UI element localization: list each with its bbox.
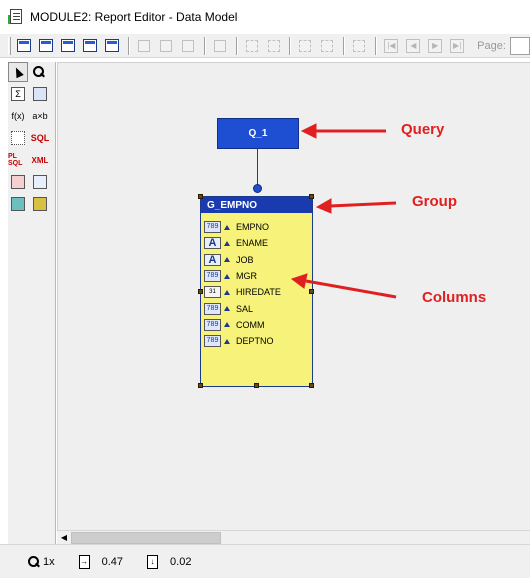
plsql-query-tool-button[interactable]: PL SQL xyxy=(8,150,28,170)
sql-query-icon: SQL xyxy=(30,133,50,143)
tool-palette: Σ f(x) a×b SQL PL SQL XML xyxy=(8,62,56,544)
toolbar: |◀ ◀ ▶ ▶| Page: xyxy=(0,34,530,58)
report-editor-icon xyxy=(8,9,24,25)
align-left-button[interactable] xyxy=(134,36,154,56)
select-arrow-icon xyxy=(12,65,24,79)
confine-button[interactable] xyxy=(210,36,230,56)
align-right-button[interactable] xyxy=(178,36,198,56)
placeholder-column-icon: a×b xyxy=(32,111,48,121)
toolbar-separator xyxy=(127,36,130,55)
last-page-button[interactable]: ▶| xyxy=(447,36,467,56)
placeholder-column-tool-button[interactable]: a×b xyxy=(30,106,50,126)
first-page-button[interactable]: |◀ xyxy=(381,36,401,56)
horizontal-position-value: 0.47 xyxy=(101,555,124,568)
plsql-query-icon: PL SQL xyxy=(8,153,23,167)
magnify-icon xyxy=(32,66,45,78)
summary-column-icon: Σ xyxy=(11,87,25,101)
send-backward-icon xyxy=(267,39,280,52)
align-right-icon xyxy=(181,39,194,52)
next-page-button[interactable]: ▶ xyxy=(425,36,445,56)
cross-product-icon xyxy=(11,175,25,189)
parameter-form-view-button[interactable] xyxy=(102,36,122,56)
vertical-position-status: ↓ 0.02 xyxy=(147,554,192,569)
paper-design-view-button[interactable] xyxy=(80,36,100,56)
confine-icon xyxy=(213,39,226,52)
previous-page-button[interactable]: ◀ xyxy=(403,36,423,56)
page-label: Page: xyxy=(477,39,506,52)
group-objects-icon xyxy=(299,39,312,52)
group-arrow xyxy=(315,198,397,214)
cross-product-tool-button[interactable] xyxy=(8,172,28,192)
magnify-tool-button[interactable] xyxy=(30,62,50,82)
vertical-position-icon: ↓ xyxy=(147,554,159,569)
xml-query-tool-button[interactable]: XML xyxy=(30,150,50,170)
toolbar-separator xyxy=(289,36,292,55)
report-editor-window: MODULE2: Report Editor - Data Model |◀ ◀… xyxy=(0,0,530,578)
horizontal-position-status: → 0.47 xyxy=(78,554,124,569)
align-center-icon xyxy=(159,39,172,52)
scrollbar-thumb[interactable] xyxy=(71,532,221,544)
ref-cursor-icon xyxy=(33,175,47,189)
select-all-icon xyxy=(353,39,366,52)
object-tool-button[interactable] xyxy=(8,194,28,214)
ref-cursor-tool-button[interactable] xyxy=(30,172,50,192)
group-annotation: Group xyxy=(412,193,457,210)
data-link-tool-button[interactable] xyxy=(8,128,28,148)
query-arrow xyxy=(300,123,386,139)
send-backward-button[interactable] xyxy=(264,36,284,56)
page-number-field[interactable] xyxy=(509,36,530,55)
web-source-icon xyxy=(38,39,53,52)
zoom-status: 1x xyxy=(28,555,55,568)
parameter-form-icon xyxy=(104,39,119,52)
data-link-icon xyxy=(11,131,25,145)
ungroup-objects-button[interactable] xyxy=(317,36,337,56)
align-center-button[interactable] xyxy=(156,36,176,56)
align-left-icon xyxy=(137,39,150,52)
package-icon xyxy=(33,197,47,211)
paper-design-icon xyxy=(82,39,97,52)
query-annotation: Query xyxy=(401,121,445,138)
paper-layout-icon xyxy=(60,39,75,52)
formula-column-icon: f(x) xyxy=(11,111,25,121)
ungroup-objects-icon xyxy=(321,39,334,52)
horizontal-scrollbar[interactable]: ◀ xyxy=(57,530,530,544)
data-model-icon xyxy=(16,39,31,52)
toolbar-separator xyxy=(343,36,346,55)
zoom-icon xyxy=(28,555,40,568)
xml-query-icon: XML xyxy=(31,155,49,165)
vertical-position-value: 0.02 xyxy=(170,555,192,568)
status-bar: 1x → 0.47 ↓ 0.02 xyxy=(0,544,530,578)
toolbar-separator xyxy=(375,36,378,55)
next-page-icon: ▶ xyxy=(428,38,443,53)
bring-forward-button[interactable] xyxy=(242,36,262,56)
horizontal-position-icon: → xyxy=(78,554,90,569)
columns-arrow xyxy=(290,273,397,299)
database-icon xyxy=(33,87,47,101)
title-bar: MODULE2: Report Editor - Data Model xyxy=(0,0,530,34)
summary-column-tool-button[interactable]: Σ xyxy=(8,84,28,104)
data-model-view-button[interactable] xyxy=(14,36,34,56)
zoom-level: 1x xyxy=(43,555,55,568)
data-model-canvas[interactable]: Q_1 G_EMPNO 789 EMPNO A ENAME A JOB 789 … xyxy=(57,62,530,530)
select-all-button[interactable] xyxy=(349,36,369,56)
first-page-icon: |◀ xyxy=(384,38,399,53)
scroll-left-icon[interactable]: ◀ xyxy=(57,531,71,545)
toolbar-grip[interactable] xyxy=(8,36,11,55)
package-tool-button[interactable] xyxy=(30,194,50,214)
object-icon xyxy=(11,197,25,211)
web-source-view-button[interactable] xyxy=(36,36,56,56)
columns-annotation: Columns xyxy=(422,289,487,306)
database-column-tool-button[interactable] xyxy=(30,84,50,104)
toolbar-separator xyxy=(203,36,206,55)
last-page-icon: ▶| xyxy=(450,38,465,53)
paper-layout-view-button[interactable] xyxy=(58,36,78,56)
formula-column-tool-button[interactable]: f(x) xyxy=(8,106,28,126)
sql-query-tool-button[interactable]: SQL xyxy=(30,128,50,148)
toolbar-separator xyxy=(235,36,238,55)
select-tool-button[interactable] xyxy=(8,62,28,82)
bring-forward-icon xyxy=(245,39,258,52)
window-title: MODULE2: Report Editor - Data Model xyxy=(30,10,238,24)
group-objects-button[interactable] xyxy=(295,36,315,56)
previous-page-icon: ◀ xyxy=(406,38,421,53)
